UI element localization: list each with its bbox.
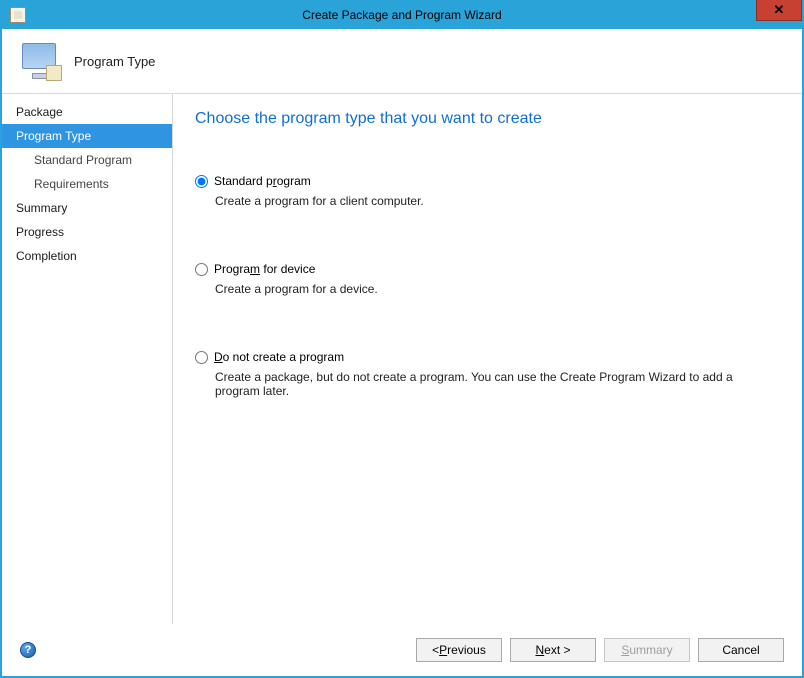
option-program-for-device: Program for device Create a program for … <box>195 262 780 296</box>
sidebar-item-requirements[interactable]: Requirements <box>2 172 172 196</box>
button-group: < Previous Next > Summary Cancel <box>416 638 784 662</box>
sidebar-item-standard-program[interactable]: Standard Program <box>2 148 172 172</box>
radio-label-program-for-device[interactable]: Program for device <box>214 262 315 276</box>
option-desc-do-not-create: Create a package, but do not create a pr… <box>215 370 780 398</box>
window-title: Create Package and Program Wizard <box>2 8 802 22</box>
option-standard-program: Standard program Create a program for a … <box>195 174 780 208</box>
wizard-footer: ? < Previous Next > Summary Cancel <box>2 624 802 676</box>
computer-package-icon <box>20 41 60 81</box>
titlebar: Create Package and Program Wizard ✕ <box>2 0 802 29</box>
sidebar-item-program-type[interactable]: Program Type <box>2 124 172 148</box>
sidebar-item-completion[interactable]: Completion <box>2 244 172 268</box>
radio-label-do-not-create[interactable]: Do not create a program <box>214 350 344 364</box>
page-title: Program Type <box>74 54 155 69</box>
next-button[interactable]: Next > <box>510 638 596 662</box>
sidebar-item-package[interactable]: Package <box>2 100 172 124</box>
close-button[interactable]: ✕ <box>756 0 802 21</box>
wizard-body: Package Program Type Standard Program Re… <box>2 94 802 624</box>
radio-label-standard-program[interactable]: Standard program <box>214 174 311 188</box>
wizard-header: Program Type <box>2 29 802 94</box>
instruction-text: Choose the program type that you want to… <box>195 110 780 128</box>
help-icon[interactable]: ? <box>20 642 36 658</box>
wizard-content: Choose the program type that you want to… <box>173 94 802 624</box>
radio-standard-program[interactable] <box>195 175 208 188</box>
radio-do-not-create[interactable] <box>195 351 208 364</box>
summary-button: Summary <box>604 638 690 662</box>
wizard-window: Create Package and Program Wizard ✕ Prog… <box>0 0 804 678</box>
radio-program-for-device[interactable] <box>195 263 208 276</box>
option-desc-program-for-device: Create a program for a device. <box>215 282 780 296</box>
wizard-sidebar: Package Program Type Standard Program Re… <box>2 94 173 624</box>
close-icon: ✕ <box>774 2 785 18</box>
previous-button[interactable]: < Previous <box>416 638 502 662</box>
option-desc-standard-program: Create a program for a client computer. <box>215 194 780 208</box>
option-do-not-create: Do not create a program Create a package… <box>195 350 780 398</box>
cancel-button[interactable]: Cancel <box>698 638 784 662</box>
sidebar-item-progress[interactable]: Progress <box>2 220 172 244</box>
sidebar-item-summary[interactable]: Summary <box>2 196 172 220</box>
